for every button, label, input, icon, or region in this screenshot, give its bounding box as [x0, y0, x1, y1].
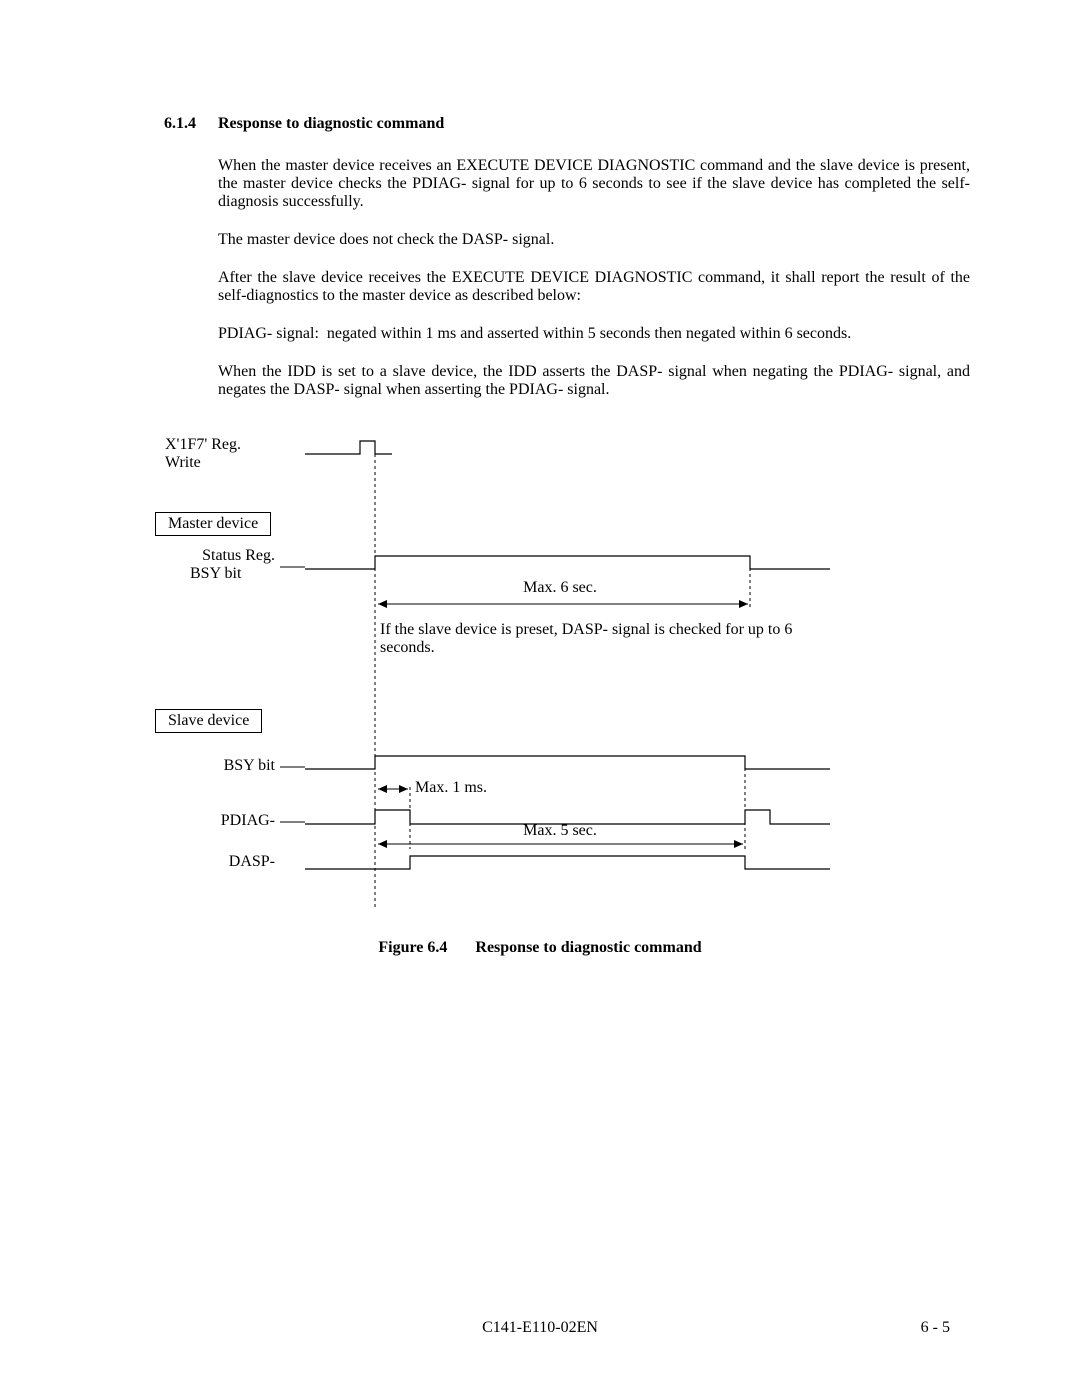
signal-description: negated within 1 ms and asserted within … [327, 325, 851, 343]
page-number: 6 - 5 [921, 1319, 950, 1337]
timing-diagram: X'1F7' Reg. Write Master device Status R… [110, 429, 970, 919]
max-6sec-label: Max. 6 sec. [450, 579, 670, 597]
paragraph-4: When the IDD is set to a slave device, t… [218, 363, 970, 399]
figure-title: Response to diagnostic command [475, 939, 701, 956]
section-heading: 6.1.4 Response to diagnostic command [164, 115, 970, 133]
paragraph-2: The master device does not check the DAS… [218, 231, 970, 249]
max-1ms-label: Max. 1 ms. [415, 779, 535, 797]
paragraph-1: When the master device receives an EXECU… [218, 157, 970, 211]
figure-caption: Figure 6.4 Response to diagnostic comman… [110, 939, 970, 957]
master-device-box: Master device [155, 512, 271, 536]
reg-write-label-2: Write [165, 454, 265, 472]
pdiag-label: PDIAG- [160, 812, 275, 830]
signal-label: PDIAG- signal: [218, 325, 319, 343]
doc-number: C141-E110-02EN [482, 1319, 598, 1337]
slave-bsy-label: BSY bit [160, 757, 275, 775]
page-footer: C141-E110-02EN 6 - 5 [0, 1319, 1080, 1337]
figure-number: Figure 6.4 [378, 939, 447, 956]
dasp-label: DASP- [160, 853, 275, 871]
section-title: Response to diagnostic command [218, 115, 444, 133]
signal-definition: PDIAG- signal: negated within 1 ms and a… [218, 325, 970, 343]
status-reg-label: Status Reg. [160, 547, 275, 565]
paragraph-3: After the slave device receives the EXEC… [218, 269, 970, 305]
max-5sec-label: Max. 5 sec. [450, 822, 670, 840]
timing-diagram-svg [110, 429, 970, 919]
master-bsy-label: BSY bit [160, 565, 275, 583]
reg-write-label-1: X'1F7' Reg. [165, 436, 265, 454]
slave-device-box: Slave device [155, 709, 262, 733]
check-note: If the slave device is preset, DASP- sig… [380, 621, 810, 657]
body-text: When the master device receives an EXECU… [218, 157, 970, 399]
section-number: 6.1.4 [164, 115, 218, 133]
